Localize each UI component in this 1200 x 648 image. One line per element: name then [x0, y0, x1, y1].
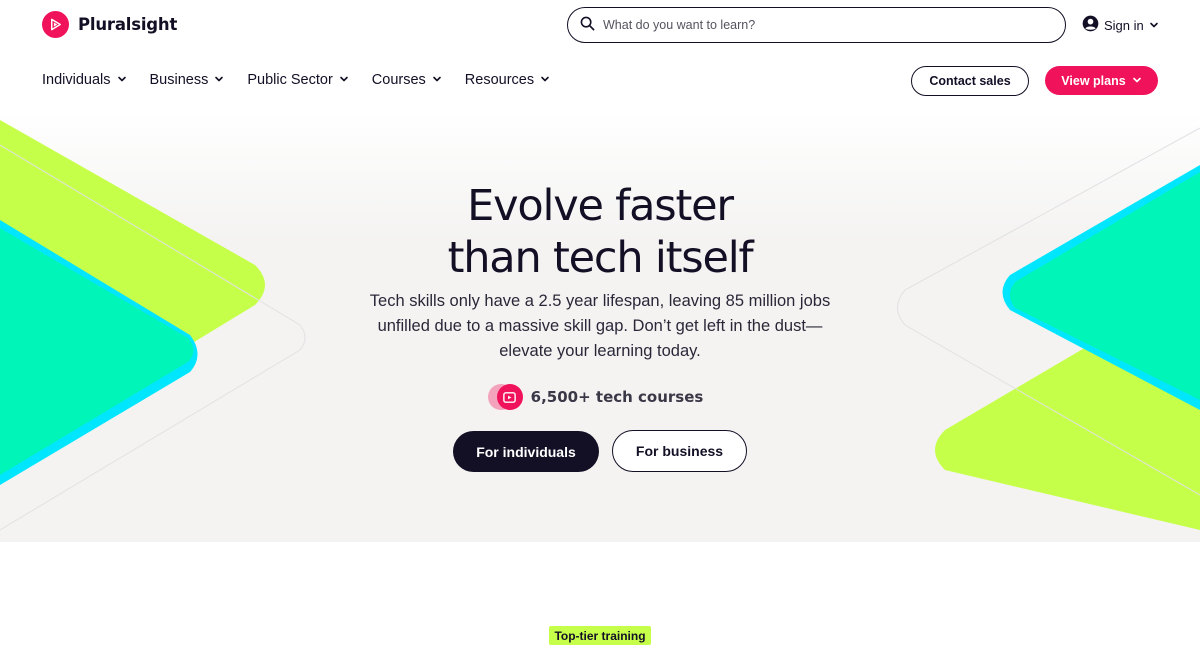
nav-item-individuals[interactable]: Individuals [42, 70, 127, 90]
hero-subtitle: Tech skills only have a 2.5 year lifespa… [369, 292, 831, 360]
hero-section: Evolve faster than tech itself Tech skil… [0, 110, 1200, 542]
for-individuals-button[interactable]: For individuals [453, 431, 599, 472]
hero-title-line2: than tech itself [447, 233, 754, 283]
hero-stat: 6,500+ tech courses [0, 384, 1200, 410]
nav-item-resources[interactable]: Resources [465, 70, 550, 90]
chevron-down-icon [540, 72, 550, 88]
contact-sales-button[interactable]: Contact sales [911, 66, 1029, 96]
nav-item-business[interactable]: Business [150, 70, 225, 90]
view-plans-label: View plans [1061, 73, 1126, 88]
top-bar: Pluralsight Sign in [0, 0, 1200, 50]
for-business-button[interactable]: For business [612, 430, 747, 472]
chevron-down-icon [432, 72, 442, 88]
signin-label: Sign in [1104, 17, 1144, 33]
search-input[interactable] [603, 18, 1043, 32]
signin-button[interactable]: Sign in [1082, 15, 1159, 35]
nav-item-label: Courses [371, 72, 426, 88]
nav-item-label: Public Sector [247, 72, 333, 88]
nav-item-label: Individuals [42, 72, 111, 88]
nav-item-label: Resources [464, 72, 535, 88]
section-tag: Top-tier training [549, 626, 651, 645]
search-bar[interactable] [567, 7, 1066, 43]
chevron-down-icon [1132, 74, 1142, 88]
hero-stat-text: 6,500+ tech courses [530, 388, 704, 406]
logo-link[interactable]: Pluralsight [42, 11, 177, 38]
brand-name: Pluralsight [78, 15, 178, 34]
chevron-down-icon [1149, 18, 1159, 33]
hero-title-line1: Evolve faster [467, 181, 734, 231]
chevron-down-icon [339, 72, 349, 88]
video-course-icon [496, 384, 523, 410]
search-icon [580, 16, 595, 35]
nav-item-label: Business [149, 72, 209, 88]
user-icon [1082, 15, 1099, 35]
hero-title: Evolve faster than tech itself [0, 180, 1200, 284]
nav-item-public-sector[interactable]: Public Sector [247, 70, 348, 90]
main-nav: Individuals Business Public Sector Cours… [42, 70, 573, 90]
view-plans-button[interactable]: View plans [1045, 66, 1158, 95]
play-logo-icon [42, 11, 69, 38]
chevron-down-icon [214, 72, 224, 88]
nav-item-courses[interactable]: Courses [372, 70, 442, 90]
chevron-down-icon [117, 72, 127, 88]
